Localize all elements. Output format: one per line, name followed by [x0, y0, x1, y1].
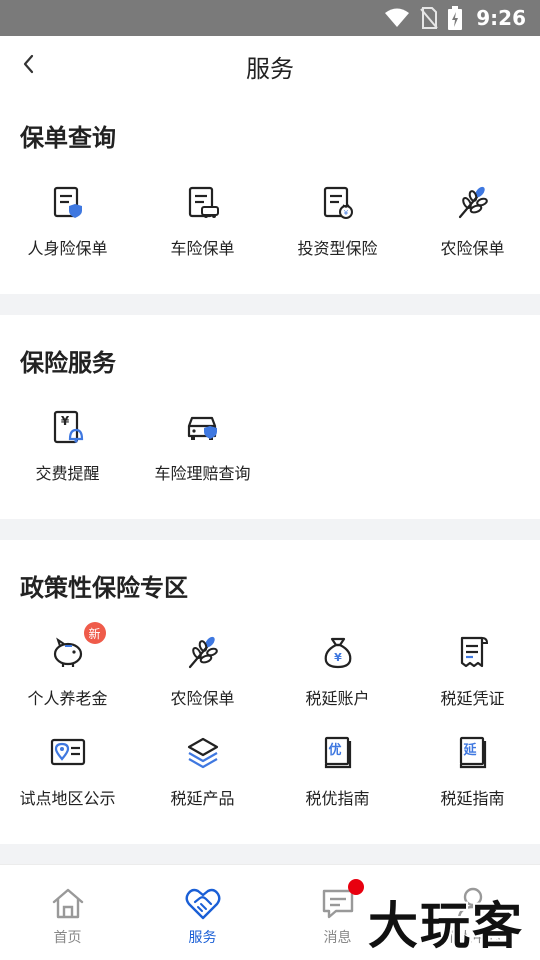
grid-item-label: 税延产品 — [170, 789, 235, 808]
yen-bell-icon: ¥ — [50, 409, 86, 445]
guide-glyph: 延 — [463, 743, 477, 758]
grid-item-label: 农险保单 — [440, 239, 505, 258]
new-badge: 新 — [83, 622, 106, 644]
section-title: 保单查询 — [20, 124, 116, 152]
yen-bag-icon: ¥ — [320, 634, 356, 670]
chevron-left-icon — [23, 54, 34, 74]
grid-item-tax-deferred-guide[interactable]: 延 税延指南 — [405, 734, 540, 824]
handshake-heart-icon — [185, 885, 221, 921]
grid-item-car-claim-query[interactable]: 车险理赔查询 — [135, 409, 270, 499]
layers-icon — [185, 734, 221, 770]
tab-label: 首页 — [53, 930, 82, 946]
grid-item-label: 税优指南 — [305, 789, 370, 808]
wifi-icon — [385, 8, 410, 27]
unread-dot — [347, 879, 364, 895]
car-search-icon — [185, 409, 221, 445]
nav-header: 服务 — [0, 36, 540, 96]
grid-item-label: 税延指南 — [440, 789, 505, 808]
grid-item-tax-deferred-voucher[interactable]: 税延凭证 — [405, 634, 540, 724]
tab-service[interactable]: 服务 — [135, 865, 270, 960]
grid-item-tax-deferred-product[interactable]: 税延产品 — [135, 734, 270, 824]
no-sim-icon — [420, 7, 439, 29]
status-bar: 9:26 — [0, 0, 540, 36]
back-button[interactable] — [14, 50, 42, 78]
piggy-bank-icon: 新 — [50, 622, 106, 670]
section-title: 保险服务 — [20, 349, 116, 377]
grid-item-label: 交费提醒 — [35, 464, 100, 483]
guide-glyph: 优 — [328, 743, 342, 758]
watermark-logo: 大玩客 — [368, 896, 524, 955]
receipt-icon — [455, 634, 491, 670]
battery-charging-icon — [448, 6, 463, 30]
home-icon — [50, 885, 86, 921]
tab-home[interactable]: 首页 — [0, 865, 135, 960]
svg-text:¥: ¥ — [343, 209, 348, 217]
grid-item-label: 税延账户 — [305, 689, 370, 708]
grid-item-personal-pension[interactable]: 新 个人养老金 — [0, 622, 135, 724]
grid-item-agri-policy-2[interactable]: 农险保单 — [135, 634, 270, 724]
section-policy-query: 保单查询 人身险保单 车险保单 ¥ 投资型保险 农险保单 — [0, 96, 540, 294]
grid-item-payment-reminder[interactable]: ¥ 交费提醒 — [0, 409, 135, 499]
grid-item-pilot-region-notice[interactable]: 试点地区公示 — [0, 734, 135, 824]
section-title: 政策性保险专区 — [20, 574, 188, 602]
page-title: 服务 — [246, 54, 294, 83]
grid-item-label: 税延凭证 — [440, 689, 505, 708]
doc-car-icon — [185, 184, 221, 220]
grid-item-label: 人身险保单 — [27, 239, 108, 258]
status-time: 9:26 — [476, 6, 526, 30]
grid-item-label: 试点地区公示 — [19, 789, 116, 808]
grid-item-tax-preferential-guide[interactable]: 优 税优指南 — [270, 734, 405, 824]
grid-item-car-policy[interactable]: 车险保单 — [135, 184, 270, 274]
grid-item-investment-insurance[interactable]: ¥ 投资型保险 — [270, 184, 405, 274]
tab-label: 服务 — [188, 930, 217, 946]
grid-item-label: 农险保单 — [170, 689, 235, 708]
grid-item-label: 车险理赔查询 — [154, 464, 251, 483]
grid-item-tax-deferred-account[interactable]: ¥ 税延账户 — [270, 634, 405, 724]
grid-item-life-policy[interactable]: 人身险保单 — [0, 184, 135, 274]
guide-you-icon: 优 — [320, 734, 356, 770]
section-policy-insurance-zone: 政策性保险专区 新 个人养老金 农险保单 ¥ 税延账户 税延凭证 试点地区公示 — [0, 540, 540, 844]
doc-moneybag-icon: ¥ — [320, 184, 356, 220]
grid-item-label: 车险保单 — [170, 239, 235, 258]
wheat-icon — [185, 634, 221, 670]
location-card-icon — [50, 734, 86, 770]
guide-yan-icon: 延 — [455, 734, 491, 770]
grid-item-label: 投资型保险 — [297, 239, 378, 258]
message-icon — [320, 879, 364, 921]
svg-text:¥: ¥ — [334, 651, 342, 664]
svg-text:¥: ¥ — [60, 414, 69, 428]
tab-label: 消息 — [323, 930, 352, 946]
doc-shield-icon — [50, 184, 86, 220]
grid-item-agri-policy[interactable]: 农险保单 — [405, 184, 540, 274]
section-insurance-service: 保险服务 ¥ 交费提醒 车险理赔查询 — [0, 315, 540, 519]
wheat-icon — [455, 184, 491, 220]
grid-item-label: 个人养老金 — [27, 689, 108, 708]
